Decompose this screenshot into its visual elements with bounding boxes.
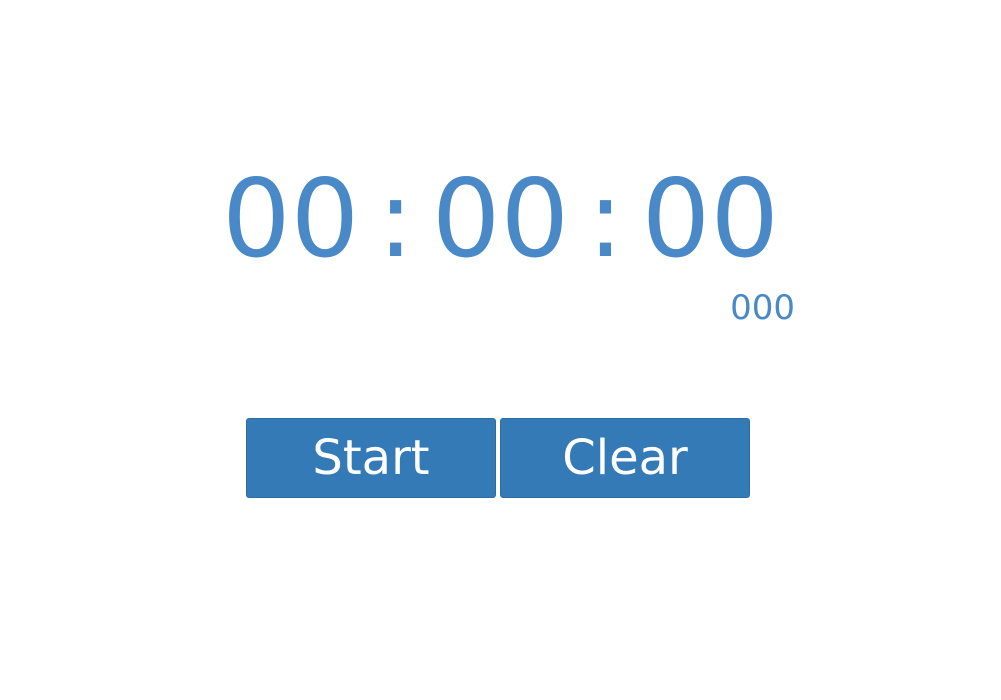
milliseconds-value: 000 [730, 288, 795, 328]
time-display: 00:00:00 [0, 160, 1001, 280]
start-button[interactable]: Start [246, 418, 496, 498]
minutes-value: 00 [431, 157, 570, 282]
hours-value: 00 [221, 157, 360, 282]
time-separator: : [587, 157, 624, 282]
seconds-value: 00 [641, 157, 780, 282]
button-group: Start Clear [246, 418, 751, 498]
clear-button[interactable]: Clear [500, 418, 750, 498]
stopwatch-app: 00:00:00 000 Start Clear [0, 0, 1001, 700]
time-separator: : [377, 157, 414, 282]
